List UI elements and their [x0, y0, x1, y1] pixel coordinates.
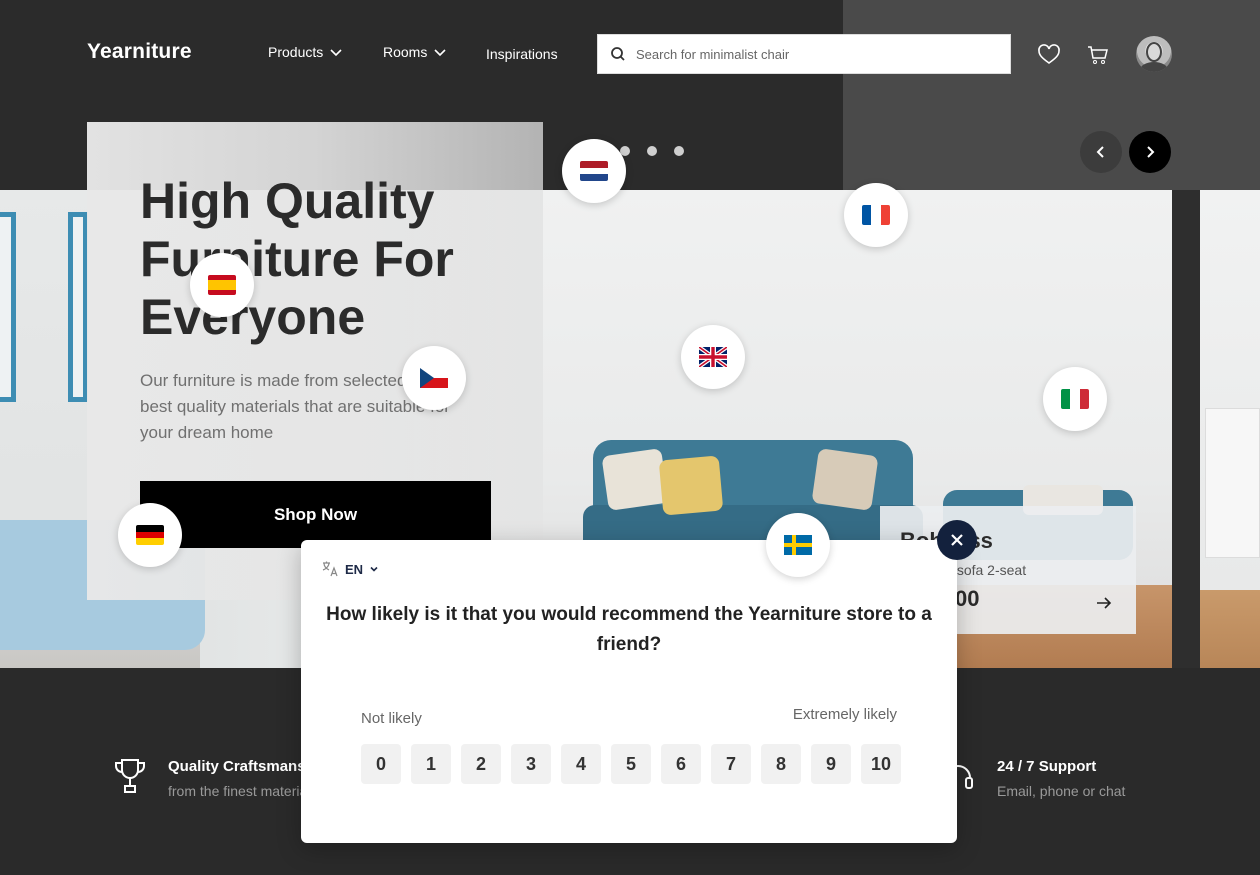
- flag-france-button[interactable]: [844, 183, 908, 247]
- scale-high-label: Extremely likely: [792, 706, 897, 723]
- germany-flag-icon: [136, 525, 164, 545]
- score-button-8[interactable]: 8: [761, 744, 801, 784]
- score-button-10[interactable]: 10: [861, 744, 901, 784]
- chevron-down-icon: [434, 49, 446, 57]
- flag-netherlands-button[interactable]: [562, 139, 626, 203]
- nps-survey-dialog: EN How likely is it that you would recom…: [301, 540, 957, 843]
- flag-spain-button[interactable]: [190, 253, 254, 317]
- score-button-9[interactable]: 9: [811, 744, 851, 784]
- pillow: [601, 448, 669, 511]
- slide-floor: [1200, 590, 1260, 668]
- carousel-dot[interactable]: [674, 146, 684, 156]
- chevron-down-icon: [370, 566, 378, 572]
- score-button-4[interactable]: 4: [561, 744, 601, 784]
- avatar-body: [1140, 62, 1168, 72]
- pillow: [811, 448, 879, 511]
- wall-frame: [68, 212, 88, 402]
- score-button-0[interactable]: 0: [361, 744, 401, 784]
- slide-gap: [1172, 190, 1200, 668]
- language-code: EN: [345, 561, 364, 577]
- header-background-right: [843, 0, 1260, 190]
- survey-question: How likely is it that you would recommen…: [326, 604, 932, 655]
- carousel-prev-button[interactable]: [1080, 131, 1122, 173]
- carousel-next-button[interactable]: [1129, 131, 1171, 173]
- flag-czech-button[interactable]: [402, 346, 466, 410]
- nps-scale: 0 1 2 3 4 5 6 7 8 9 10: [361, 744, 901, 784]
- shop-now-button[interactable]: Shop Now: [140, 481, 491, 548]
- search-icon: [611, 47, 625, 61]
- feature-title: 24 / 7 Support: [997, 758, 1097, 775]
- flag-germany-button[interactable]: [118, 503, 182, 567]
- score-button-6[interactable]: 6: [661, 744, 701, 784]
- hero-title: High Quality Furniture For Everyone: [140, 173, 454, 345]
- chevron-down-icon: [330, 49, 342, 57]
- sweden-flag-icon: [784, 535, 812, 555]
- pillow: [658, 455, 724, 516]
- nav-inspirations[interactable]: Inspirations: [486, 46, 558, 62]
- avatar-face: [1146, 42, 1162, 62]
- carousel-dot[interactable]: [647, 146, 657, 156]
- flag-uk-button[interactable]: [681, 325, 745, 389]
- score-button-5[interactable]: 5: [611, 744, 651, 784]
- czech-flag-icon: [420, 368, 448, 388]
- feature-subtitle: Email, phone or chat: [997, 783, 1126, 799]
- score-button-3[interactable]: 3: [511, 744, 551, 784]
- nav-products[interactable]: Products: [268, 44, 343, 60]
- trophy-icon: [115, 759, 145, 793]
- language-selector[interactable]: EN: [321, 560, 379, 578]
- spain-flag-icon: [208, 275, 236, 295]
- close-survey-button[interactable]: [937, 520, 977, 560]
- flag-italy-button[interactable]: [1043, 367, 1107, 431]
- nav-products-label: Products: [268, 44, 324, 60]
- italy-flag-icon: [1061, 389, 1089, 409]
- nav-rooms-label: Rooms: [383, 44, 428, 60]
- close-icon: [951, 534, 963, 546]
- avatar[interactable]: [1136, 36, 1172, 72]
- carousel-dots: [620, 146, 684, 156]
- france-flag-icon: [862, 205, 890, 225]
- wall-frame: [0, 212, 16, 402]
- netherlands-flag-icon: [580, 161, 608, 181]
- score-button-1[interactable]: 1: [411, 744, 451, 784]
- search-bar[interactable]: [597, 34, 1011, 74]
- search-input[interactable]: [636, 46, 996, 62]
- logo[interactable]: Yearniture: [87, 40, 192, 64]
- cart-icon[interactable]: [1086, 43, 1110, 67]
- score-button-2[interactable]: 2: [461, 744, 501, 784]
- chevron-right-icon: [1147, 146, 1155, 158]
- feature-subtitle: from the finest materials: [168, 783, 318, 799]
- uk-flag-icon: [699, 347, 727, 367]
- cabinet-image: [1205, 408, 1260, 558]
- heart-icon[interactable]: [1037, 43, 1061, 67]
- score-button-7[interactable]: 7: [711, 744, 751, 784]
- flag-sweden-button[interactable]: [766, 513, 830, 577]
- chevron-left-icon: [1096, 146, 1104, 158]
- arrow-right-icon[interactable]: [1095, 594, 1113, 612]
- nav-inspirations-label: Inspirations: [486, 46, 558, 62]
- nav-rooms[interactable]: Rooms: [383, 44, 447, 60]
- scale-low-label: Not likely: [361, 710, 422, 727]
- translate-icon: [322, 561, 338, 577]
